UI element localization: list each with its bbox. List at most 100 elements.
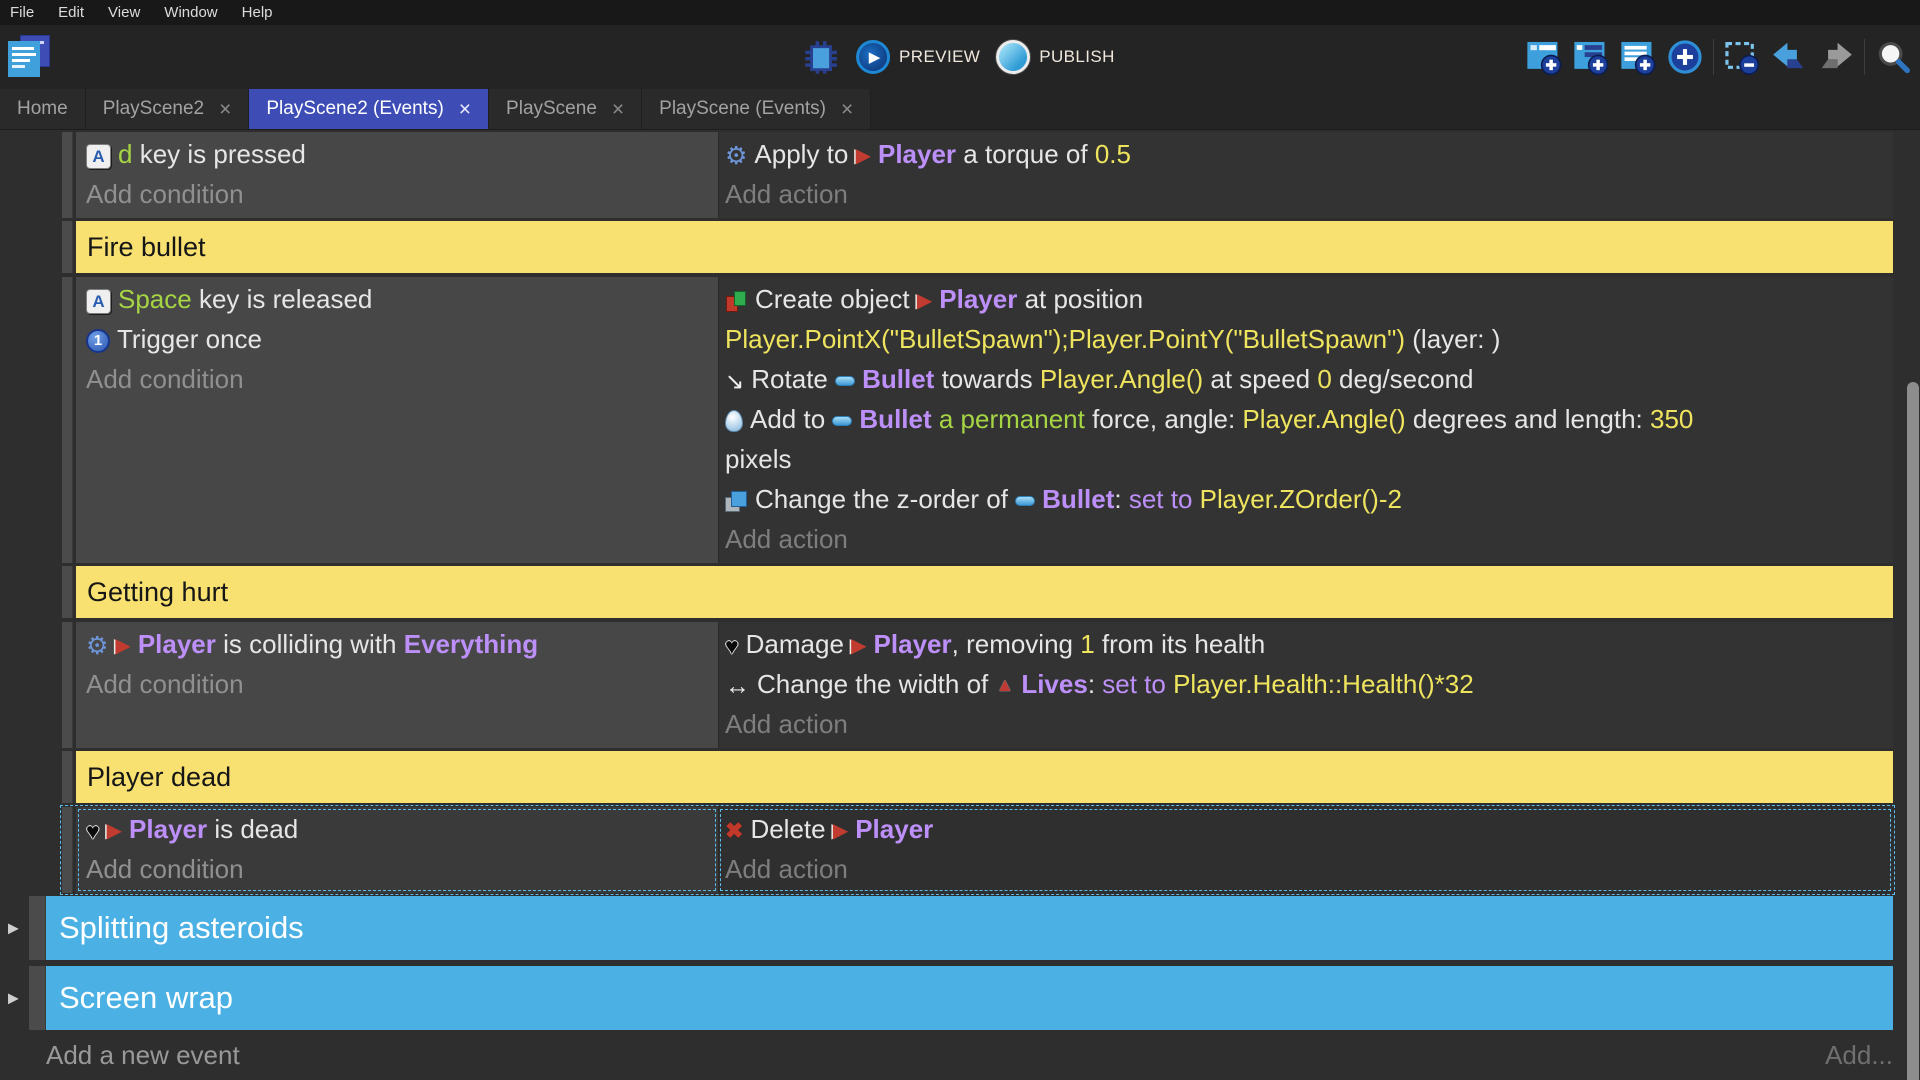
add-action-button[interactable]: Add action: [719, 849, 1893, 889]
project-manager-icon[interactable]: [8, 35, 52, 79]
add-action-button[interactable]: Add action: [719, 519, 1893, 559]
menu-window[interactable]: Window: [152, 0, 229, 25]
tab-playscene-events[interactable]: PlayScene (Events)×: [642, 89, 871, 129]
add-condition-button[interactable]: Add condition: [76, 359, 718, 399]
comment-text[interactable]: Player dead: [76, 751, 1893, 803]
condition-line[interactable]: ♥▶Player is dead: [76, 809, 718, 849]
tab-playscene2-events[interactable]: PlayScene2 (Events)×: [249, 89, 489, 129]
close-icon[interactable]: ×: [612, 99, 624, 120]
row-handle[interactable]: [62, 132, 73, 218]
heart-icon: ♥: [86, 819, 100, 843]
comment-text[interactable]: Fire bullet: [76, 221, 1893, 273]
publish-button[interactable]: PUBLISH: [996, 40, 1115, 74]
debug-icon[interactable]: [802, 38, 840, 76]
width-icon: ↔: [725, 674, 750, 698]
action-line[interactable]: ↔Change the width of ▲Lives: set to Play…: [719, 664, 1893, 704]
tab-playscene[interactable]: PlayScene×: [489, 89, 642, 129]
tab-label: Home: [17, 98, 68, 120]
redo-icon[interactable]: [1817, 38, 1855, 76]
add-comment-icon[interactable]: [1619, 38, 1657, 76]
text-segment: deg/second: [1332, 364, 1474, 394]
add-condition-button[interactable]: Add condition: [76, 849, 718, 889]
row-handle[interactable]: [62, 622, 73, 748]
menu-view[interactable]: View: [96, 0, 152, 25]
action-line[interactable]: ✖Delete ▶Player: [719, 809, 1893, 849]
text-segment: Damage: [746, 629, 852, 659]
text-segment: :: [1114, 484, 1128, 514]
text-segment: key is released: [192, 284, 373, 314]
close-icon[interactable]: ×: [219, 99, 231, 120]
scrollbar-thumb[interactable]: [1907, 382, 1919, 1080]
collapse-arrow-icon[interactable]: ▶: [8, 990, 19, 1007]
group-row: ▶Splitting asteroids: [29, 896, 1893, 960]
condition-line[interactable]: ASpace key is released: [76, 279, 718, 319]
condition-line[interactable]: 1Trigger once: [76, 319, 718, 359]
action-line[interactable]: Create object ▶Player at position Player…: [719, 279, 1893, 359]
collapse-arrow-icon[interactable]: ▶: [8, 920, 19, 937]
action-line[interactable]: ↘Rotate Bullet towards Player.Angle() at…: [719, 359, 1893, 399]
menu-edit[interactable]: Edit: [46, 0, 96, 25]
row-handle[interactable]: [62, 221, 73, 273]
group-title[interactable]: Splitting asteroids: [46, 896, 1893, 960]
text-segment: (layer: ): [1405, 324, 1500, 354]
tab-label: PlayScene2: [103, 98, 204, 120]
text-segment: Player.ZOrder()-2: [1200, 484, 1402, 514]
rotate-icon: ↘: [725, 369, 744, 393]
text-segment: Add to: [750, 404, 832, 434]
add-circle-icon[interactable]: [1666, 38, 1704, 76]
close-icon[interactable]: ×: [459, 99, 471, 120]
action-line[interactable]: Change the z-order of Bullet: set to Pla…: [719, 479, 1893, 519]
add-button[interactable]: Add...: [1825, 1040, 1893, 1071]
action-line[interactable]: Add to Bullet a permanent force, angle: …: [719, 399, 1893, 479]
heart-icon: ♥: [725, 634, 739, 658]
player-icon: ▶: [107, 820, 122, 842]
add-action-button[interactable]: Add action: [719, 704, 1893, 744]
text-segment: Bullet: [1042, 484, 1114, 514]
add-condition-button[interactable]: Add condition: [76, 664, 718, 704]
tab-playscene2[interactable]: PlayScene2 ×: [86, 89, 250, 129]
bullet-icon: [835, 376, 855, 386]
close-icon[interactable]: ×: [841, 99, 853, 120]
text-segment: a permanent: [932, 404, 1092, 434]
condition-line[interactable]: ⚙▶Player is colliding with Everything: [76, 624, 718, 664]
group-title[interactable]: Screen wrap: [46, 966, 1893, 1030]
row-handle[interactable]: [62, 277, 73, 563]
comment-text[interactable]: Getting hurt: [76, 566, 1893, 618]
add-event-icon[interactable]: [1525, 38, 1563, 76]
preview-button[interactable]: ▶ PREVIEW: [856, 40, 980, 74]
add-action-button[interactable]: Add action: [719, 174, 1893, 214]
add-new-event-button[interactable]: Add a new event: [46, 1040, 240, 1071]
action-line[interactable]: ♥Damage ▶Player, removing 1 from its hea…: [719, 624, 1893, 664]
text-segment: force, angle:: [1092, 404, 1242, 434]
text-segment: Delete: [750, 814, 832, 844]
tab-home[interactable]: Home: [0, 89, 86, 129]
menu-file[interactable]: File: [10, 0, 46, 25]
condition-line[interactable]: Ad key is pressed: [76, 134, 718, 174]
player-icon: ▶: [856, 145, 871, 167]
text-segment: Trigger once: [117, 324, 262, 354]
tab-bar: HomePlayScene2×PlayScene2 (Events)×PlayS…: [0, 89, 1920, 130]
zorder-icon: [725, 490, 748, 513]
menu-help[interactable]: Help: [230, 0, 285, 25]
action-line[interactable]: ⚙Apply to ▶Player a torque of 0.5: [719, 134, 1893, 174]
comment-row: Getting hurt: [62, 566, 1893, 618]
add-condition-button[interactable]: Add condition: [76, 174, 718, 214]
undo-icon[interactable]: [1770, 38, 1808, 76]
row-handle[interactable]: [62, 566, 73, 618]
add-subevent-icon[interactable]: [1572, 38, 1610, 76]
search-icon[interactable]: [1874, 38, 1912, 76]
physics-icon: ⚙: [725, 144, 747, 169]
row-handle[interactable]: [62, 807, 73, 893]
conditions-pane: ASpace key is released1Trigger onceAdd c…: [76, 277, 718, 563]
row-handle[interactable]: [29, 966, 46, 1030]
delete-selection-icon[interactable]: [1723, 38, 1761, 76]
row-handle[interactable]: [29, 896, 46, 960]
preview-play-icon: ▶: [856, 40, 890, 74]
text-segment: Player: [138, 629, 216, 659]
logo-front-page: [8, 41, 40, 77]
row-handle[interactable]: [62, 751, 73, 803]
text-segment: 0: [1317, 364, 1331, 394]
keyboard-icon: A: [86, 289, 111, 314]
text-segment: Player: [878, 139, 956, 169]
toolbar: ▶ PREVIEW PUBLISH: [0, 25, 1920, 89]
